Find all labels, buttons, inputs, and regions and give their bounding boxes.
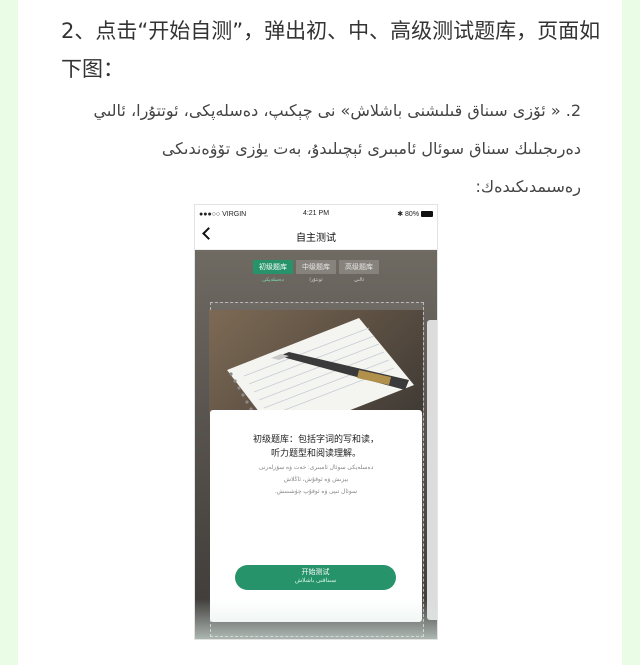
card-title: 初级题库：包括字词的写和读， 听力题型和阅读理解。 [252,434,379,458]
step2-chinese-text: 2、点击“开始自测”，弹出初、中、高级测试题库，页面如下图： [61,19,601,81]
start-test-button[interactable]: 开始测试 سىناقنى باشلاش [235,565,396,590]
bottom-fade [195,599,437,639]
step2-uyghur-text: 2. « ئۆزى سىناق قىلىشنى باشلاش» نى چېكىپ… [93,101,581,196]
hero-background: 初级题库 دەسلەپكى 中级题库 ئوتتۇرا 高级题库 ئالىي 初级… [195,250,437,639]
tab-beginner[interactable]: 初级题库 دەسلەپكى [253,260,293,283]
next-card-peek [427,320,437,620]
tab-beginner-sub: دەسلەپكى [262,277,284,283]
level-info-card: 初级题库：包括字词的写和读， 听力题型和阅读理解。 دەسلەپكى سوئال… [210,410,422,622]
card-uyghur-description: دەسلەپكى سوئال ئامبىرى: خەت ۋە سۆزلەرنى … [258,465,374,495]
tab-advanced-sub: ئالىي [353,277,365,283]
article-page: 2、点击“开始自测”，弹出初、中、高级测试题库，页面如下图： 2. « ئۆزى… [18,0,622,665]
back-chevron-icon[interactable] [202,227,215,240]
nav-title: 自主测试 [296,232,336,244]
status-bar: ●●●○○ VIRGIN 4:21 PM ✱ 80% [195,205,437,223]
phone-screenshot: ●●●○○ VIRGIN 4:21 PM ✱ 80% 自主测试 初级题库 دەس… [194,204,438,640]
level-tabs: 初级题库 دەسلەپكى 中级题库 ئوتتۇرا 高级题库 ئالىي [253,260,379,283]
tab-advanced[interactable]: 高级题库 ئالىي [339,260,379,283]
tab-intermediate-sub: ئوتتۇرا [309,277,323,283]
nav-bar: 自主测试 [195,223,437,250]
tab-intermediate[interactable]: 中级题库 ئوتتۇرا [296,260,336,283]
notebook-pen-illustration [227,318,414,415]
notebook-pen-photo [209,310,423,415]
status-time: 4:21 PM [302,210,330,217]
